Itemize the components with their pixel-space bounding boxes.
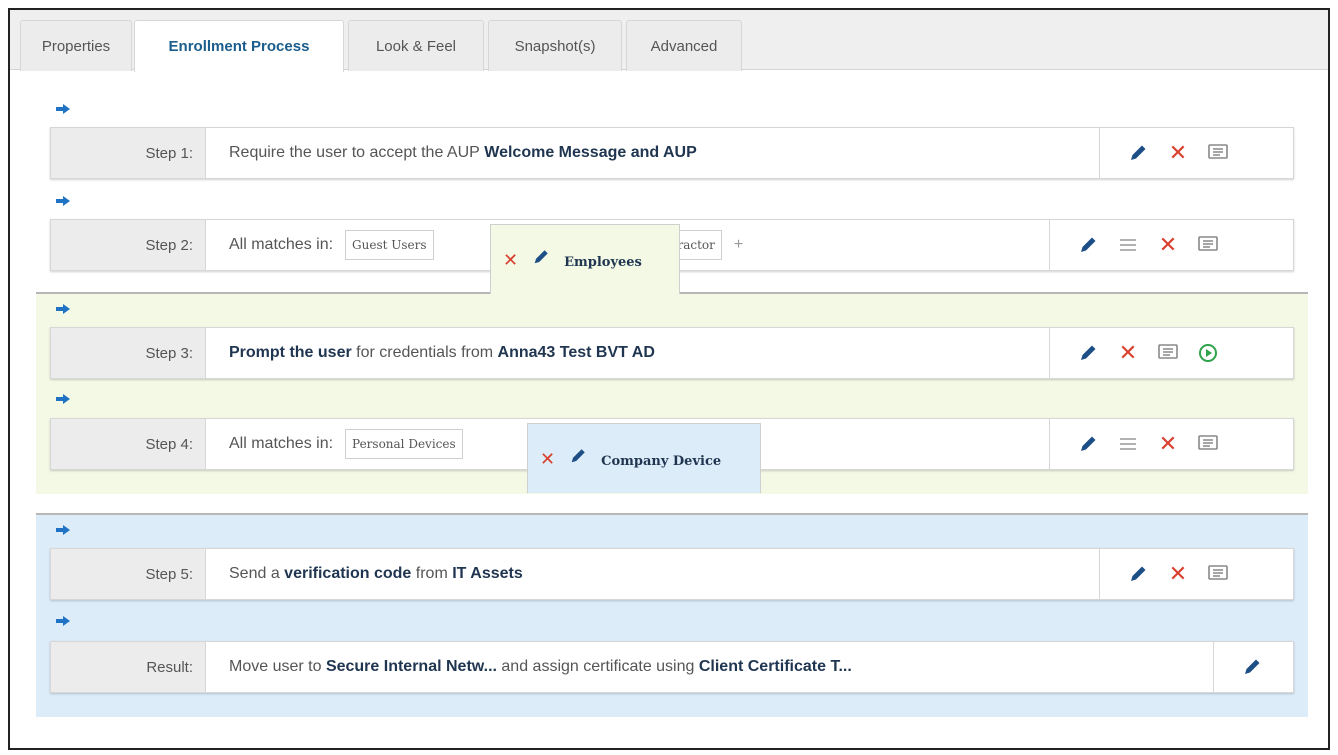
tab-advanced[interactable]: Advanced <box>626 20 742 71</box>
result-text: Move user to <box>229 658 322 675</box>
step-label: Step 1: <box>51 128 206 178</box>
result-description: Move user to Secure Internal Netw... and… <box>229 642 852 692</box>
step-actions: ✕ <box>1099 128 1293 178</box>
rule-chip-label: Company Device <box>601 454 722 469</box>
arrow-right-icon[interactable] <box>56 394 70 404</box>
close-icon[interactable]: ✕ <box>1148 429 1188 459</box>
pencil-icon[interactable] <box>1068 429 1108 459</box>
tab-bar: Properties Enrollment Process Look & Fee… <box>10 10 1328 72</box>
arrow-right-icon[interactable] <box>56 616 70 626</box>
result-actions <box>1213 642 1293 692</box>
step-text: Send a <box>229 565 280 582</box>
step-text: for credentials from <box>356 344 494 361</box>
result-row: Result: Move user to Secure Internal Net… <box>50 641 1294 693</box>
step-target[interactable]: Anna43 Test BVT AD <box>498 344 655 362</box>
tab-snapshots[interactable]: Snapshot(s) <box>488 20 622 71</box>
step-description: Require the user to accept the AUP Welco… <box>229 128 697 178</box>
menu-lines-icon[interactable] <box>1108 230 1148 260</box>
pencil-icon[interactable] <box>1068 230 1108 260</box>
pencil-icon[interactable] <box>1232 652 1272 682</box>
result-label: Result: <box>51 642 206 692</box>
rule-chip-label: Employees <box>564 255 642 270</box>
comment-icon[interactable] <box>1148 338 1188 368</box>
pencil-icon[interactable] <box>1068 338 1108 368</box>
arrow-right-icon[interactable] <box>56 525 70 535</box>
arrow-right-icon[interactable] <box>56 196 70 206</box>
pencil-icon[interactable] <box>532 248 550 271</box>
pencil-icon[interactable] <box>1118 559 1158 589</box>
step-row-5: Step 5: Send a verification code from IT… <box>50 548 1294 600</box>
step-text: from <box>415 565 448 582</box>
arrow-right-icon[interactable] <box>56 304 70 314</box>
step-label: Step 4: <box>51 419 206 469</box>
step-text: Require the user to accept the AUP <box>229 144 480 161</box>
arrow-right-icon[interactable] <box>56 104 70 114</box>
comment-icon[interactable] <box>1188 230 1228 260</box>
step-actions: ✕ <box>1049 328 1293 378</box>
close-icon[interactable]: ✕ <box>1158 138 1198 168</box>
result-text: and assign certificate using <box>501 658 695 675</box>
comment-icon[interactable] <box>1188 429 1228 459</box>
rule-chip-company-device-expanded[interactable]: ✕ Company Device <box>527 423 761 493</box>
step-action-bold: Prompt the user <box>229 344 352 361</box>
enrollment-editor: Properties Enrollment Process Look & Fee… <box>8 8 1330 750</box>
tab-look-and-feel[interactable]: Look & Feel <box>348 20 484 71</box>
step-description: Send a verification code from IT Assets <box>229 549 523 599</box>
step-target[interactable]: IT Assets <box>452 565 523 583</box>
pencil-icon[interactable] <box>1118 138 1158 168</box>
comment-icon[interactable] <box>1198 138 1238 168</box>
step-actions: ✕ <box>1099 549 1293 599</box>
step-prefix: All matches in: <box>229 435 334 452</box>
menu-lines-icon[interactable] <box>1108 429 1148 459</box>
rule-chip-personal-devices[interactable]: Personal Devices <box>345 429 463 459</box>
result-certificate[interactable]: Client Certificate T... <box>699 658 852 676</box>
tab-properties[interactable]: Properties <box>20 20 132 71</box>
step-row-1: Step 1: Require the user to accept the A… <box>50 127 1294 179</box>
step-target[interactable]: Welcome Message and AUP <box>484 144 697 162</box>
step-action-bold: verification code <box>284 565 412 582</box>
add-rule-button[interactable]: + <box>734 236 743 254</box>
close-icon[interactable]: ✕ <box>1158 559 1198 589</box>
pencil-icon[interactable] <box>569 447 587 470</box>
close-icon[interactable]: ✕ <box>503 251 518 269</box>
tab-enrollment-process[interactable]: Enrollment Process <box>134 20 344 72</box>
step-description: Prompt the user for credentials from Ann… <box>229 328 655 378</box>
close-icon[interactable]: ✕ <box>1108 338 1148 368</box>
comment-icon[interactable] <box>1198 559 1238 589</box>
step-label: Step 3: <box>51 328 206 378</box>
rule-chip-employees-expanded[interactable]: ✕ Employees <box>490 224 680 294</box>
step-label: Step 5: <box>51 549 206 599</box>
step-actions: ✕ <box>1049 220 1293 270</box>
close-icon[interactable]: ✕ <box>540 450 555 468</box>
step-row-3: Step 3: Prompt the user for credentials … <box>50 327 1294 379</box>
step-actions: ✕ <box>1049 419 1293 469</box>
close-icon[interactable]: ✕ <box>1148 230 1188 260</box>
step-label: Step 2: <box>51 220 206 270</box>
result-network[interactable]: Secure Internal Netw... <box>326 658 497 676</box>
rule-chip-guest-users[interactable]: Guest Users <box>345 230 434 260</box>
step-prefix: All matches in: <box>229 236 334 253</box>
play-circle-icon[interactable] <box>1188 338 1228 368</box>
